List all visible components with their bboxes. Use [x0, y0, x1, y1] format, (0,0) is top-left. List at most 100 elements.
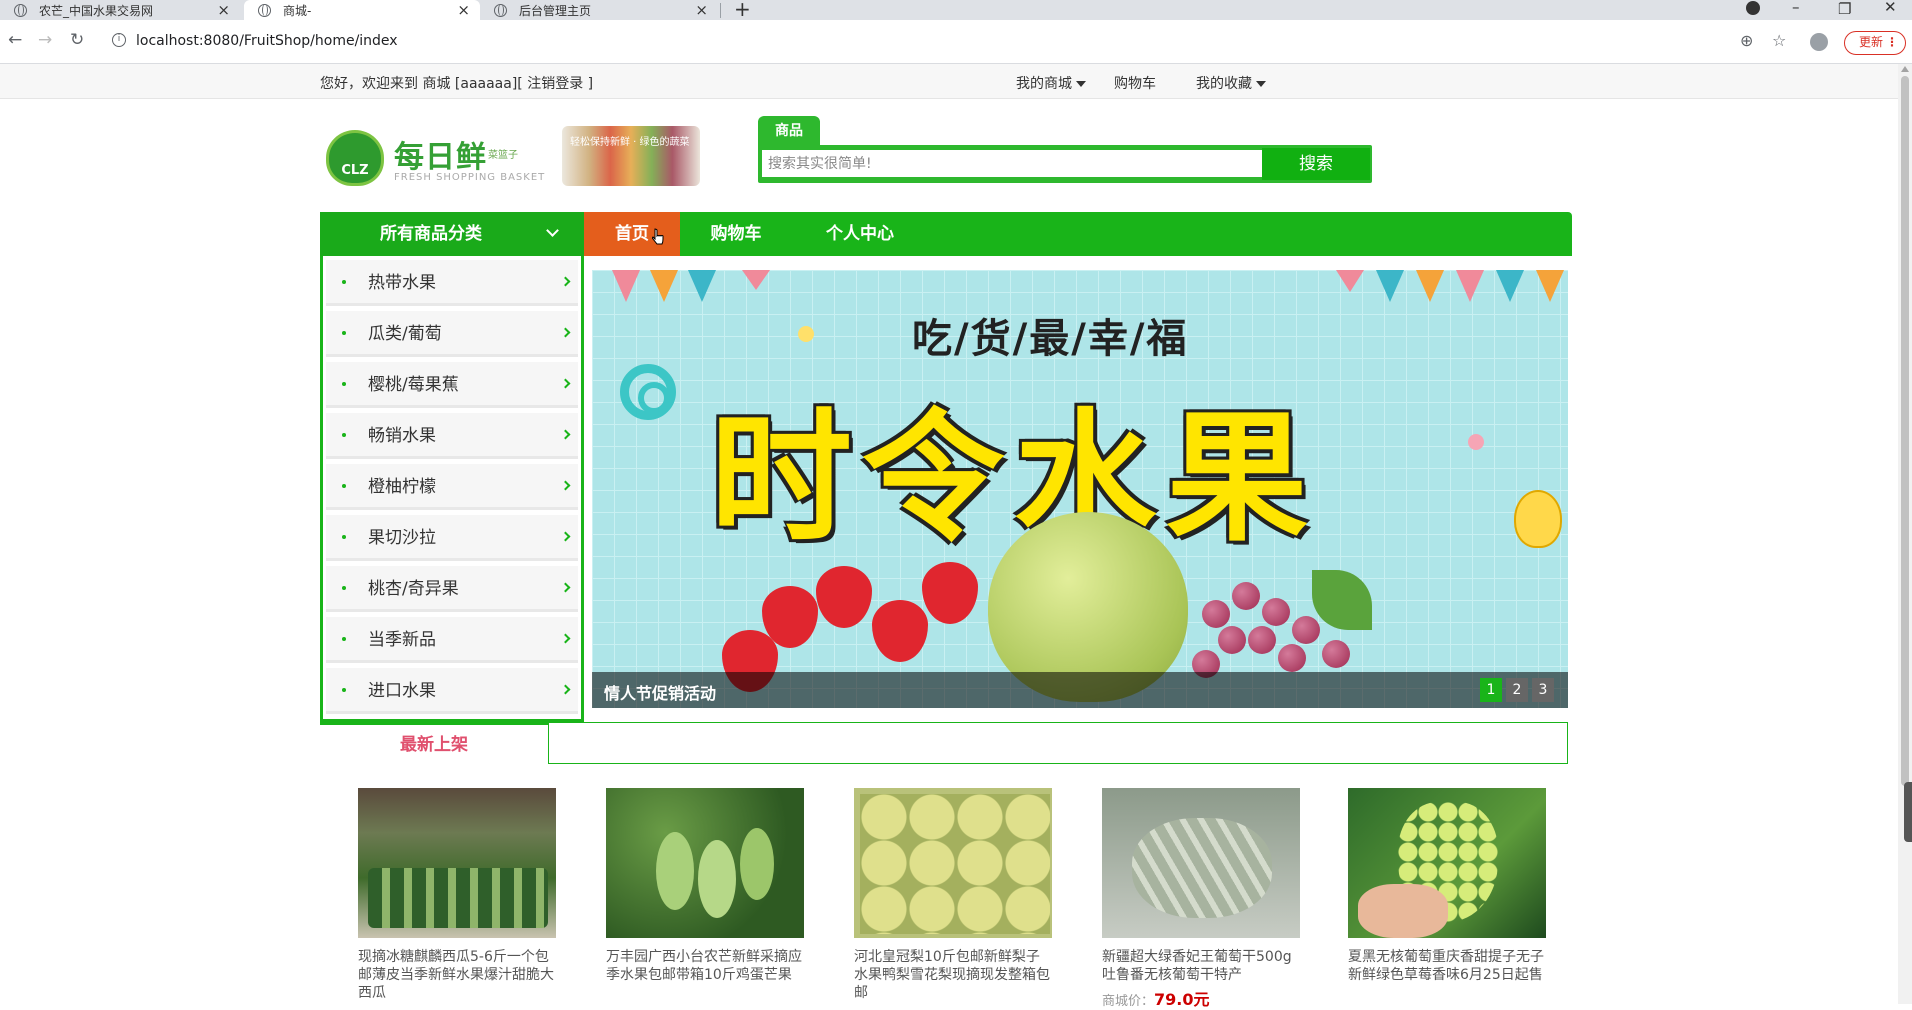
mango-image — [656, 832, 694, 910]
site-logo[interactable]: CLZ 每日鲜 菜篮子 FRESH SHOPPING BASKET 轻松保持新鲜… — [322, 124, 700, 192]
chevron-right-icon — [560, 429, 571, 440]
category-item[interactable]: 橙柚柠檬 — [326, 464, 578, 510]
product-price: 商城价：79.0元 — [1102, 986, 1300, 1010]
category-sidebar: 热带水果 瓜类/葡萄 樱桃/莓果蕉 畅销水果 橙柚柠檬 果切沙拉 桃杏/奇异果 … — [320, 256, 584, 722]
scroll-thumb[interactable] — [1901, 76, 1909, 786]
product-title[interactable]: 万丰园广西小台农芒新鲜采摘应季水果包邮带箱10斤鸡蛋芒果 — [606, 948, 804, 984]
product-card[interactable]: 夏黑无核葡萄重庆香甜提子无子新鲜绿色草莓香味6月25日起售 — [1348, 788, 1546, 984]
category-label: 果切沙拉 — [368, 528, 436, 548]
search-button[interactable]: 搜索 — [1262, 148, 1370, 180]
category-item[interactable]: 果切沙拉 — [326, 515, 578, 561]
vertical-scrollbar[interactable] — [1898, 64, 1912, 1004]
logo-badge: CLZ — [326, 130, 384, 186]
bunting-flag — [742, 270, 770, 290]
nav-personal-center[interactable]: 个人中心 — [804, 212, 916, 256]
close-window-icon[interactable]: ✕ — [1884, 0, 1897, 16]
scroll-up-icon[interactable] — [1901, 66, 1909, 72]
bunting-flag — [612, 270, 640, 302]
product-card[interactable]: 现摘冰糖麒麟西瓜5-6斤一个包邮薄皮当季新鲜水果爆汁甜脆大西瓜 — [358, 788, 556, 1002]
tab-search-icon[interactable] — [1746, 1, 1760, 15]
search-tab-goods[interactable]: 商品 — [758, 116, 820, 146]
bookmark-star-icon[interactable]: ☆ — [1772, 31, 1786, 50]
new-tab-icon[interactable]: + — [734, 0, 751, 21]
product-card[interactable]: 新疆超大绿香妃王葡萄干500g吐鲁番无核葡萄干特产 商城价：79.0元 — [1102, 788, 1300, 1010]
category-item[interactable]: 桃杏/奇异果 — [326, 566, 578, 612]
caret-down-icon — [1256, 81, 1266, 87]
welcome-text[interactable]: 您好，欢迎来到 商城 [aaaaaa][ 注销登录 ] — [320, 73, 593, 93]
leaf-decoration — [1312, 570, 1372, 630]
logo-sub: 菜篮子 — [488, 150, 518, 161]
product-title[interactable]: 夏黑无核葡萄重庆香甜提子无子新鲜绿色草莓香味6月25日起售 — [1348, 948, 1546, 984]
banner-caption[interactable]: 情人节促销活动 — [604, 680, 716, 704]
category-item[interactable]: 当季新品 — [326, 617, 578, 663]
banner-caption-bar: 情人节促销活动 1 2 3 — [592, 672, 1568, 708]
product-image[interactable] — [358, 788, 556, 938]
grape-image — [1278, 644, 1306, 672]
browser-tab-2[interactable]: 商城- × — [244, 0, 480, 20]
section-divider — [548, 722, 1568, 764]
product-title[interactable]: 现摘冰糖麒麟西瓜5-6斤一个包邮薄皮当季新鲜水果爆汁甜脆大西瓜 — [358, 948, 556, 1002]
strawberry-image — [816, 566, 872, 628]
globe-icon — [14, 3, 27, 17]
browser-tab-3[interactable]: 后台管理主页 × — [480, 0, 718, 20]
my-mall-label: 我的商城 — [1016, 76, 1072, 92]
minimize-icon[interactable]: – — [1792, 0, 1800, 16]
strawberry-image — [922, 562, 978, 624]
bullet-icon — [342, 382, 346, 386]
favorites-link[interactable]: 我的收藏 — [1196, 73, 1266, 93]
bunting-flag — [1456, 270, 1484, 302]
product-image[interactable] — [606, 788, 804, 938]
nav-cart[interactable]: 购物车 — [686, 212, 786, 256]
bunting-flag — [1496, 270, 1524, 302]
strawberry-image — [872, 600, 928, 662]
product-title[interactable]: 河北皇冠梨10斤包邮新鲜梨子水果鸭梨雪花梨现摘现发整箱包邮 — [854, 948, 1052, 1002]
category-label: 橙柚柠檬 — [368, 477, 436, 497]
close-tab-icon[interactable]: × — [457, 1, 470, 19]
category-item[interactable]: 瓜类/葡萄 — [326, 311, 578, 357]
profile-avatar[interactable] — [1810, 33, 1828, 51]
my-mall-link[interactable]: 我的商城 — [1016, 73, 1086, 93]
cart-link[interactable]: 购物车 — [1114, 73, 1156, 93]
chevron-right-icon — [560, 684, 571, 695]
sun-decoration — [798, 326, 814, 342]
forward-icon[interactable]: → — [38, 30, 52, 50]
search-input[interactable] — [762, 150, 1262, 177]
category-item[interactable]: 热带水果 — [326, 260, 578, 306]
grape-image — [1218, 626, 1246, 654]
dot-decoration — [1468, 434, 1484, 450]
category-item[interactable]: 樱桃/莓果蕉 — [326, 362, 578, 408]
slide-dot-3[interactable]: 3 — [1532, 678, 1554, 702]
reload-icon[interactable]: ↻ — [70, 30, 84, 50]
url-field[interactable]: localhost:8080/FruitShop/home/index — [136, 33, 398, 49]
update-button[interactable]: 更新 ⋮ — [1844, 31, 1906, 55]
product-image[interactable] — [1348, 788, 1546, 938]
product-title[interactable]: 新疆超大绿香妃王葡萄干500g吐鲁番无核葡萄干特产 — [1102, 948, 1300, 984]
product-image[interactable] — [854, 788, 1052, 938]
promo-banner[interactable]: 吃/货/最/幸/福 时令水果 情人节促销活动 1 2 3 — [592, 270, 1568, 708]
category-item[interactable]: 进口水果 — [326, 668, 578, 714]
product-card[interactable]: 万丰园广西小台农芒新鲜采摘应季水果包邮带箱10斤鸡蛋芒果 — [606, 788, 804, 984]
zoom-icon[interactable]: ⊕ — [1740, 31, 1753, 50]
section-tab-new-arrivals[interactable]: 最新上架 — [320, 722, 548, 764]
product-image[interactable] — [1102, 788, 1300, 938]
product-card[interactable]: 河北皇冠梨10斤包邮新鲜梨子水果鸭梨雪花梨现摘现发整箱包邮 — [854, 788, 1052, 1002]
chevron-right-icon — [560, 480, 571, 491]
balloon-icon — [1514, 490, 1562, 548]
side-float-tab[interactable] — [1904, 782, 1912, 842]
chevron-right-icon — [560, 327, 571, 338]
site-info-icon[interactable]: i — [112, 33, 126, 47]
nav-home[interactable]: 首页 — [584, 212, 680, 256]
category-item[interactable]: 畅销水果 — [326, 413, 578, 459]
hand-image — [1358, 884, 1448, 938]
restore-icon[interactable]: ❐ — [1838, 0, 1851, 18]
slide-dot-2[interactable]: 2 — [1506, 678, 1528, 702]
close-tab-icon[interactable]: × — [217, 1, 230, 19]
all-categories-button[interactable]: 所有商品分类 — [320, 212, 584, 256]
chevron-right-icon — [560, 276, 571, 287]
slide-dot-1[interactable]: 1 — [1480, 678, 1502, 702]
close-tab-icon[interactable]: × — [695, 1, 708, 19]
category-label: 进口水果 — [368, 681, 436, 701]
browser-tab-1[interactable]: 农芒_中国水果交易网 × — [0, 0, 240, 20]
bullet-icon — [342, 433, 346, 437]
back-icon[interactable]: ← — [8, 30, 22, 50]
